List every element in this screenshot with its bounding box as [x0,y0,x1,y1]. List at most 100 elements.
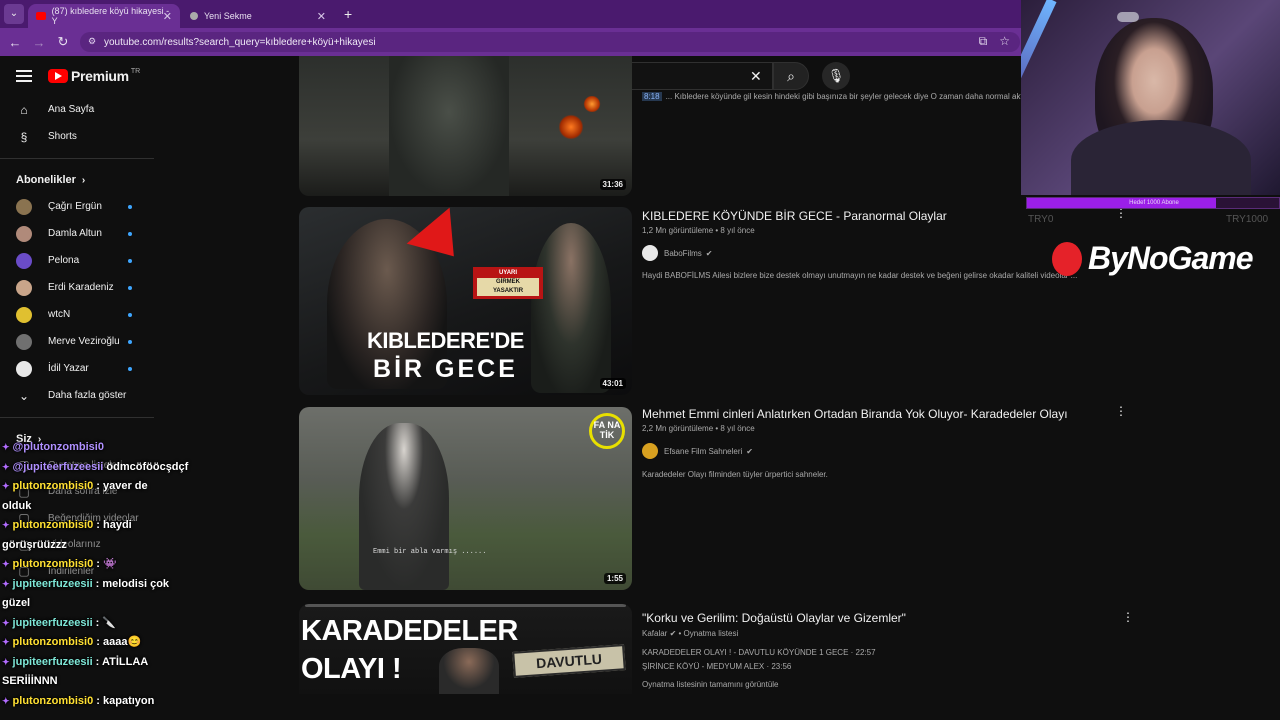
sidebar-subscription-item[interactable]: İdil Yazar [0,355,160,382]
caption-line: KARADEDELER [301,615,518,647]
logo-text: Premium [71,68,129,84]
video-thumbnail[interactable]: UYARI GİRMEK YASAKTIR KIBLEDERE'DE BİR G… [299,207,632,395]
playlist-title[interactable]: "Korku ve Gerilim: Doğaüstü Olaylar ve G… [642,611,906,625]
tab-title: (87) kıbledere köyü hikayesi - Y [51,6,170,26]
menu-icon[interactable] [16,70,32,82]
upload-age: 8 yıl önce [720,424,755,433]
divider [0,417,154,418]
goal-label: Hedef 1000 Abone [1129,200,1179,206]
new-tab-button[interactable]: + [344,6,352,22]
view-count: 1,2 Mn görüntüleme [642,226,714,235]
chat-text: : haydi [93,519,132,531]
subscriber-badge-icon: ✦ [2,559,10,569]
video-title[interactable]: KIBLEDERE KÖYÜNDE BİR GECE - Paranormal … [642,209,947,223]
chat-text: olduk [2,499,32,512]
tab-youtube[interactable]: (87) kıbledere köyü hikayesi - Y ✕ [28,4,180,28]
subscriber-badge-icon: ✦ [2,617,10,628]
chat-username: @plutonzombisi0 [12,441,104,453]
chevron-down-icon: ⌄ [18,388,30,403]
voice-search-button[interactable]: 🎙 [822,62,850,90]
new-content-dot-icon [128,312,132,317]
sidebar-item-home[interactable]: ⌂ Ana Sayfa [0,96,160,123]
install-app-icon[interactable]: ⧉ [979,34,988,49]
avatar [16,279,32,296]
channel-link[interactable]: Efsane Film Sahneleri ✔ [642,443,753,459]
url-text: youtube.com/results?search_query=kıblede… [104,36,376,48]
chat-username: jupiteerfuzeesii [12,577,93,590]
sidebar-subscription-item[interactable]: Merve Veziroğlu [0,328,160,355]
video-description: Karadedeler Olayı filminden tüyler ürper… [642,470,828,479]
new-content-dot-icon [128,366,132,371]
sidebar-subscription-item[interactable]: Pelona [0,247,160,274]
chat-message: ✦ jupiteerfuzeesii : ATİLLAA [2,655,148,669]
bookmark-star-icon[interactable]: ☆ [999,34,1010,49]
logo-region: TR [130,67,141,75]
subscriptions-header[interactable]: Abonelikler › [0,167,160,193]
avatar [16,360,32,377]
video-thumbnail[interactable]: 31:36 [299,56,632,196]
address-bar[interactable]: ⚙ youtube.com/results?search_query=kıble… [80,32,1020,52]
site-info-icon[interactable]: ⚙ [88,36,96,47]
logo-watermark-icon [1117,12,1139,22]
sidebar-subscription-item[interactable]: wtcN [0,301,160,328]
video-title[interactable]: Mehmet Emmi cinleri Anlatırken Ortadan B… [642,407,1068,421]
chat-message: ✦ plutonzombisi0 : haydi [2,518,132,532]
chat-text: : yaver de [93,480,148,492]
sidebar-item-label: Çağrı Ergün [48,201,102,212]
search-icon: ⌕ [787,68,795,84]
sidebar-subscription-item[interactable]: Damla Altun [0,220,160,247]
video-description: Haydi BABOFİLMS Ailesi bizlere bize dest… [642,271,1078,280]
chat-message: ✦ @jupiteerfuzeesii ödmcöfööcşdçf [2,460,188,474]
back-arrow-icon[interactable]: ← [3,35,27,50]
chat-username: @jupiteerfuzeesii [12,460,104,473]
chat-message: ✦ jupiteerfuzeesii : melodisi çok [2,577,169,591]
tab-search-icon[interactable]: ⌄ [4,4,24,24]
sign-text: GİRMEK [477,278,539,287]
show-more-button[interactable]: ⌄ Daha fazla göster [0,382,160,409]
globe-icon [190,12,198,20]
verified-icon: ✔ [669,629,677,638]
video-meta: 2,2 Mn görüntüleme • 8 yıl önce [642,424,755,433]
show-more-label: Daha fazla göster [48,390,127,401]
divider [0,158,154,159]
sidebar-subscription-item[interactable]: Erdi Karadeniz [0,274,160,301]
youtube-favicon-icon [36,12,46,20]
chat-text: : aaaa😊 [93,636,142,648]
channel-avatar [642,443,658,459]
clear-search-icon[interactable]: ✕ [750,68,762,85]
close-tab-icon[interactable]: ✕ [317,10,326,23]
sidebar-item-label: Merve Veziroğlu [48,336,120,347]
youtube-logo[interactable]: Premium TR [48,68,140,84]
chat-message: SERİİİNNN [2,674,58,688]
sidebar-item-shorts[interactable]: § Shorts [0,123,160,150]
search-button[interactable]: ⌕ [773,62,809,90]
chat-message: ✦ jupiteerfuzeesii : 🔪 [2,616,116,630]
chat-text: : ATİLLAA [92,655,149,668]
more-options-icon[interactable]: ⋮ [1122,610,1134,624]
chat-username: jupiteerfuzeesii [12,655,93,668]
close-tab-icon[interactable]: ✕ [163,10,172,23]
reload-icon[interactable]: ↻ [51,34,75,50]
chat-username: plutonzombisi0 [12,480,94,492]
subscriber-badge-icon: ✦ [2,481,10,491]
warning-sign: UYARI GİRMEK YASAKTIR [473,267,543,299]
tab-title: Yeni Sekme [204,11,252,21]
video-thumbnail[interactable]: FA NA TİK Emmi bir abla varmış ...... 1:… [299,407,632,590]
playlist-item[interactable]: ŞİRİNCE KÖYÜ - MEDYUM ALEX · 23:56 [642,662,791,671]
playlist-thumbnail[interactable]: KARADEDELER OLAYI ! DAVUTLU [299,604,632,694]
chevron-right-icon: › [81,174,86,186]
chat-message: ✦ plutonzombisi0 : 👾 [2,557,117,571]
subscriber-badge-icon: ✦ [2,637,10,647]
avatar [16,225,32,242]
channel-link[interactable]: BaboFilms ✔ [642,245,713,261]
forward-arrow-icon[interactable]: → [27,35,51,50]
tab-new[interactable]: Yeni Sekme ✕ [182,4,334,28]
sidebar-subscription-item[interactable]: Çağrı Ergün [0,193,160,220]
sponsor-logo: ByNoGame [1052,240,1253,277]
upload-age: 8 yıl önce [720,226,755,235]
caption-line: KIBLEDERE'DE [367,328,524,353]
avatar [16,333,32,350]
more-options-icon[interactable]: ⋮ [1115,404,1127,418]
playlist-item[interactable]: KARADEDELER OLAYI ! - DAVUTLU KÖYÜNDE 1 … [642,648,876,657]
chat-message: olduk [2,499,31,513]
